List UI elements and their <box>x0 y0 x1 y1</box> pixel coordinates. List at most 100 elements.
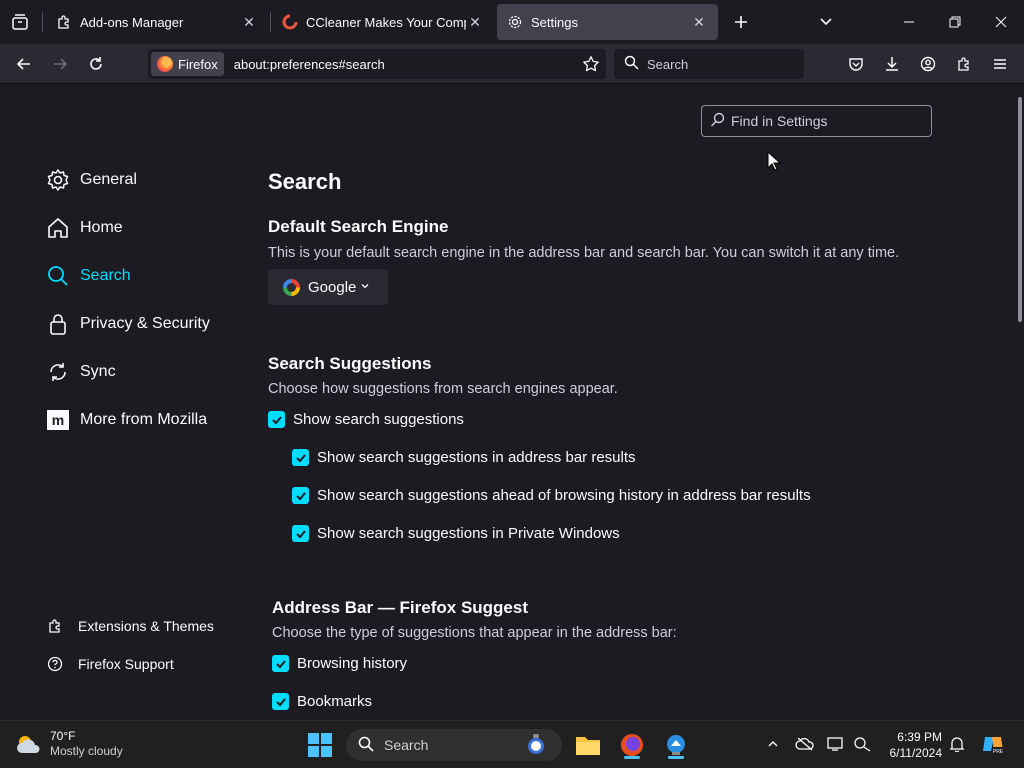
tab-separator <box>270 12 271 32</box>
address-bar[interactable]: Firefox about:preferences#search <box>148 49 606 79</box>
svg-text:m: m <box>52 412 64 428</box>
active-app-indicator <box>624 756 640 759</box>
app-menu-button[interactable] <box>984 48 1016 80</box>
category-privacy-security[interactable]: Privacy & Security <box>46 312 210 336</box>
display-tray-icon[interactable] <box>825 733 847 755</box>
home-icon <box>46 216 70 240</box>
back-button[interactable] <box>8 48 40 80</box>
search-icon <box>46 264 70 288</box>
reload-button[interactable] <box>80 48 112 80</box>
bell-icon <box>949 737 965 752</box>
suggestions-address-bar-checkbox[interactable]: Show search suggestions in address bar r… <box>292 449 636 466</box>
extensions-button[interactable] <box>948 48 980 80</box>
copilot-icon: PRE <box>983 737 1004 755</box>
pocket-button[interactable] <box>840 48 872 80</box>
category-general[interactable]: General <box>46 168 137 192</box>
taskbar-clock[interactable]: 6:39 PM 6/11/2024 <box>880 729 943 761</box>
windows-logo-pane <box>308 733 319 744</box>
checkbox-label: Show search suggestions <box>293 411 464 428</box>
extensions-themes-link[interactable]: Extensions & Themes <box>46 618 214 634</box>
settings-page: Find in Settings General Home Search Pri… <box>0 85 1024 720</box>
find-in-settings-input[interactable]: Find in Settings <box>701 105 932 137</box>
taskbar-search[interactable]: Search <box>346 729 562 761</box>
browsing-history-checkbox[interactable]: Browsing history <box>272 655 407 672</box>
category-label: Home <box>80 219 123 236</box>
default-search-engine-description: This is your default search engine in th… <box>268 245 900 261</box>
downloads-button[interactable] <box>876 48 908 80</box>
show-search-suggestions-checkbox[interactable]: Show search suggestions <box>268 411 464 428</box>
scrollbar[interactable] <box>1018 97 1022 322</box>
taskbar-search-placeholder: Search <box>384 737 429 753</box>
tab-list-icon <box>12 14 28 30</box>
gear-icon <box>46 168 70 192</box>
bookmarks-checkbox[interactable]: Bookmarks <box>272 693 372 710</box>
copilot-button[interactable]: PRE <box>980 733 1006 755</box>
category-sync[interactable]: Sync <box>46 360 116 384</box>
account-button[interactable] <box>912 48 944 80</box>
category-more-from-mozilla[interactable]: m More from Mozilla <box>46 408 207 432</box>
weather-widget[interactable]: 70°F Mostly cloudy <box>14 729 123 759</box>
search-icon <box>710 112 725 130</box>
reload-icon <box>90 57 102 70</box>
category-search[interactable]: Search <box>46 264 131 288</box>
plus-icon <box>735 16 747 28</box>
category-home[interactable]: Home <box>46 216 123 240</box>
active-app-indicator <box>668 756 684 759</box>
tab-settings[interactable]: Settings ✕ <box>497 4 718 40</box>
suggestions-ahead-of-history-checkbox[interactable]: Show search suggestions ahead of browsin… <box>292 487 811 504</box>
bookmark-star-button[interactable] <box>576 55 606 73</box>
category-label: More from Mozilla <box>80 411 208 428</box>
chevron-down-icon <box>820 18 832 26</box>
arrow-right-icon <box>54 58 68 70</box>
search-suggestions-description: Choose how suggestions from search engin… <box>268 381 618 397</box>
network-tray-icon[interactable] <box>852 733 874 755</box>
checkbox-label: Browsing history <box>297 655 408 672</box>
list-tabs-button[interactable] <box>803 0 849 44</box>
tab-addons-manager[interactable]: Add-ons Manager ✕ <box>46 4 268 40</box>
firefox-icon <box>621 734 643 756</box>
notifications-button[interactable] <box>946 733 968 755</box>
checkmark-icon <box>292 525 309 542</box>
suggestions-private-windows-checkbox[interactable]: Show search suggestions in Private Windo… <box>292 525 620 542</box>
restore-button[interactable] <box>932 0 978 44</box>
close-window-button[interactable] <box>978 0 1024 44</box>
windows-logo-pane <box>321 746 332 757</box>
puzzle-icon <box>56 14 72 30</box>
checkmark-icon <box>272 655 289 672</box>
tab-strip: Add-ons Manager ✕ CCleaner Makes Your Co… <box>0 0 1024 44</box>
close-tab-icon[interactable]: ✕ <box>466 14 484 31</box>
search-icon <box>358 736 374 755</box>
monitor-icon <box>827 737 843 751</box>
ccleaner-icon <box>282 14 298 30</box>
arrow-left-icon <box>16 58 30 70</box>
search-bar[interactable]: Search <box>614 49 804 79</box>
hamburger-menu-icon <box>994 59 1006 69</box>
list-all-tabs-button[interactable] <box>0 0 40 44</box>
firefox-app[interactable] <box>616 729 648 761</box>
forward-button[interactable] <box>44 48 76 80</box>
close-tab-icon[interactable]: ✕ <box>240 14 258 31</box>
identity-label: Firefox <box>178 56 218 72</box>
show-hidden-icons-button[interactable] <box>762 733 784 755</box>
checkbox-label: Show search suggestions ahead of browsin… <box>317 487 811 504</box>
default-engine-dropdown[interactable]: Google <box>268 269 388 305</box>
identity-box[interactable]: Firefox <box>151 52 224 76</box>
firefox-support-link[interactable]: Firefox Support <box>46 656 174 672</box>
minimize-button[interactable] <box>886 0 932 44</box>
start-button[interactable] <box>308 733 332 757</box>
mouse-cursor-icon <box>767 151 781 171</box>
weather-temp: 70°F <box>50 729 76 743</box>
close-tab-icon[interactable]: ✕ <box>690 14 708 31</box>
page-title: Search <box>268 169 342 194</box>
url-input[interactable]: about:preferences#search <box>234 57 576 72</box>
file-explorer-app[interactable] <box>572 729 604 761</box>
svg-text:PRE: PRE <box>993 749 1004 755</box>
onedrive-tray-icon[interactable] <box>794 733 816 755</box>
windows-logo-pane <box>321 733 332 744</box>
navigation-toolbar: Firefox about:preferences#search Search <box>0 44 1024 84</box>
tab-ccleaner[interactable]: CCleaner Makes Your Compute ✕ <box>272 4 494 40</box>
download-icon <box>886 57 898 71</box>
app-store-app[interactable] <box>660 729 692 761</box>
tab-title: Add-ons Manager <box>80 14 184 30</box>
new-tab-button[interactable] <box>718 0 764 44</box>
